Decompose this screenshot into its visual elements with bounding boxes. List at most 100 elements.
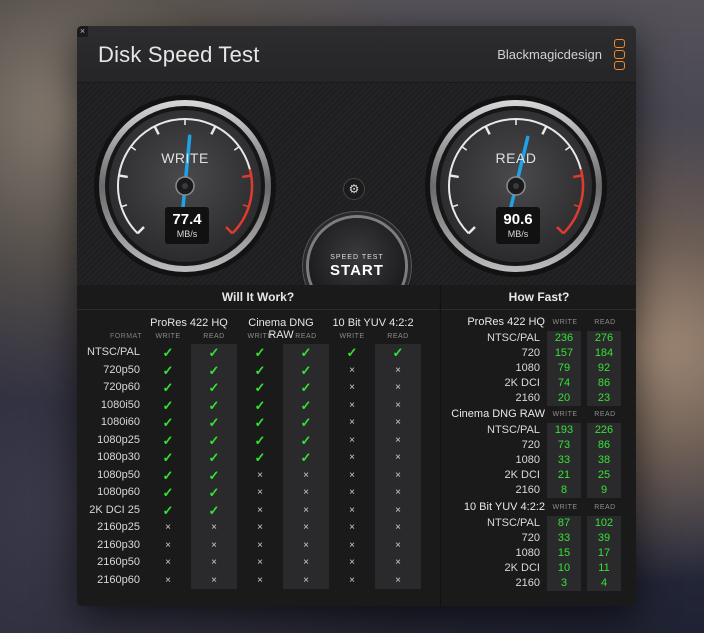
cross-icon: × (191, 571, 237, 589)
resolution-label: NTSC/PAL (487, 332, 540, 344)
settings-gear-icon[interactable]: ⚙ (343, 178, 365, 200)
check-icon: ✓ (191, 396, 237, 414)
check-icon: ✓ (191, 344, 237, 362)
read-fps-value: 25 (587, 468, 621, 483)
check-icon: ✓ (191, 484, 237, 502)
cross-icon: × (349, 504, 355, 516)
app-window: Disk Speed Test Blackmagicdesign × WRITE… (77, 26, 636, 606)
resolution-label: 720 (521, 347, 540, 359)
table-row: 2160 3 4 (441, 576, 636, 591)
write-fps-value: 157 (547, 346, 581, 361)
format-label: 2160p60 (97, 573, 140, 586)
cross-icon: × (165, 574, 171, 586)
write-fps-value: 74 (547, 376, 581, 391)
gauge-tick (573, 174, 583, 179)
write-fps-value: 87 (547, 516, 581, 531)
read-fps-value: 23 (587, 391, 621, 406)
check-icon: ✓ (162, 502, 174, 518)
table-row: 2160p25 × × × × × × (77, 519, 439, 537)
cross-icon: × (257, 539, 263, 551)
format-label: 2160p50 (97, 556, 140, 568)
read-speed-unit: MB/s (507, 229, 529, 239)
cross-icon: × (191, 519, 237, 537)
check-icon: ✓ (162, 485, 174, 500)
table-row: 2160 20 23 (441, 391, 636, 406)
read-speed-value: 90.6 (503, 211, 533, 228)
cross-icon: × (375, 449, 421, 467)
check-icon: ✓ (191, 379, 237, 397)
write-column-header: WRITE (552, 504, 578, 511)
check-icon: ✓ (191, 361, 237, 379)
gauge-tick (118, 174, 128, 179)
check-icon: ✓ (283, 396, 329, 414)
gauge-hub-center (182, 183, 188, 189)
cross-icon: × (375, 466, 421, 484)
check-icon: ✓ (162, 432, 174, 448)
check-icon: ✓ (375, 344, 421, 362)
cross-icon: × (375, 536, 421, 554)
codec-name: 10 Bit YUV 4:2:2 (463, 501, 545, 513)
cross-icon: × (349, 574, 355, 586)
write-gauge-label: WRITE (161, 150, 209, 166)
resolution-label: 2160 (515, 392, 540, 404)
format-label: 1080p30 (97, 451, 140, 463)
format-column-header: FORMAT (109, 333, 142, 340)
format-label: 1080i60 (100, 416, 140, 428)
cross-icon: × (283, 536, 329, 554)
check-icon: ✓ (162, 380, 174, 395)
resolution-label: 1080 (515, 362, 540, 374)
write-fps-value: 33 (547, 453, 581, 468)
table-row: 720 33 39 (441, 531, 636, 546)
read-gauge-label: READ (495, 150, 537, 166)
table-row: NTSC/PAL 236 276 (441, 331, 636, 346)
resolution-label: 2160 (515, 484, 540, 496)
check-icon: ✓ (283, 361, 329, 379)
check-icon: ✓ (283, 431, 329, 449)
read-gauge: READ 90.6 MB/s (424, 94, 608, 278)
column-header: WRITE (247, 333, 273, 340)
results-area: Will It Work? ProRes 422 HQ Cinema DNG R… (77, 285, 636, 606)
read-fps-value: 276 (587, 331, 621, 346)
how-fast-block: ProRes 422 HQ WRITE READ NTSC/PAL 236 276 720 1… (441, 314, 636, 406)
codec-name: ProRes 422 HQ (467, 316, 545, 328)
check-icon: ✓ (254, 397, 266, 413)
cross-icon: × (375, 571, 421, 589)
write-fps-value: 3 (547, 576, 581, 591)
table-row: 2K DCI 25 ✓ ✓ × × × × (77, 501, 439, 519)
check-icon: ✓ (283, 344, 329, 362)
table-row: 1080 15 17 (441, 546, 636, 561)
resolution-label: 720 (521, 439, 540, 451)
read-fps-value: 38 (587, 453, 621, 468)
table-row: 2K DCI 10 11 (441, 561, 636, 576)
write-fps-value: 21 (547, 468, 581, 483)
resolution-label: NTSC/PAL (487, 517, 540, 529)
cross-icon: × (257, 557, 263, 568)
read-fps-value: 4 (587, 576, 621, 591)
cross-icon: × (349, 364, 355, 376)
table-row: 1080 33 38 (441, 453, 636, 468)
table-row: 720p60 ✓ ✓ ✓ ✓ × × (77, 379, 439, 397)
check-icon: ✓ (191, 501, 237, 519)
table-row: 1080i50 ✓ ✓ ✓ ✓ × × (77, 396, 439, 414)
codec-name: Cinema DNG RAW (451, 408, 545, 420)
resolution-label: 2K DCI (504, 469, 540, 481)
check-icon: ✓ (191, 431, 237, 449)
write-gauge: WRITE 77.4 MB/s (93, 94, 277, 278)
write-fps-value: 10 (547, 561, 581, 576)
resolution-label: 720 (521, 532, 540, 544)
gauge-area: WRITE 77.4 MB/s ⚙ SPEED TEST START READ … (77, 83, 636, 314)
cross-icon: × (165, 557, 171, 568)
cross-icon: × (283, 554, 329, 572)
column-header: READ (387, 333, 409, 340)
how-fast-panel: How Fast? ProRes 422 HQ WRITE READ NTSC/PAL… (440, 285, 636, 606)
format-label: 2K DCI 25 (89, 503, 140, 516)
format-label: NTSC/PAL (87, 346, 140, 358)
check-icon: ✓ (191, 414, 237, 432)
resolution-label: NTSC/PAL (487, 424, 540, 436)
start-button-label: START (330, 262, 384, 279)
close-button[interactable]: × (77, 26, 88, 37)
read-fps-value: 86 (587, 376, 621, 391)
format-label: 1080p25 (97, 433, 140, 446)
cross-icon: × (349, 522, 355, 533)
group-header-yuv: 10 Bit YUV 4:2:2 (332, 317, 414, 329)
